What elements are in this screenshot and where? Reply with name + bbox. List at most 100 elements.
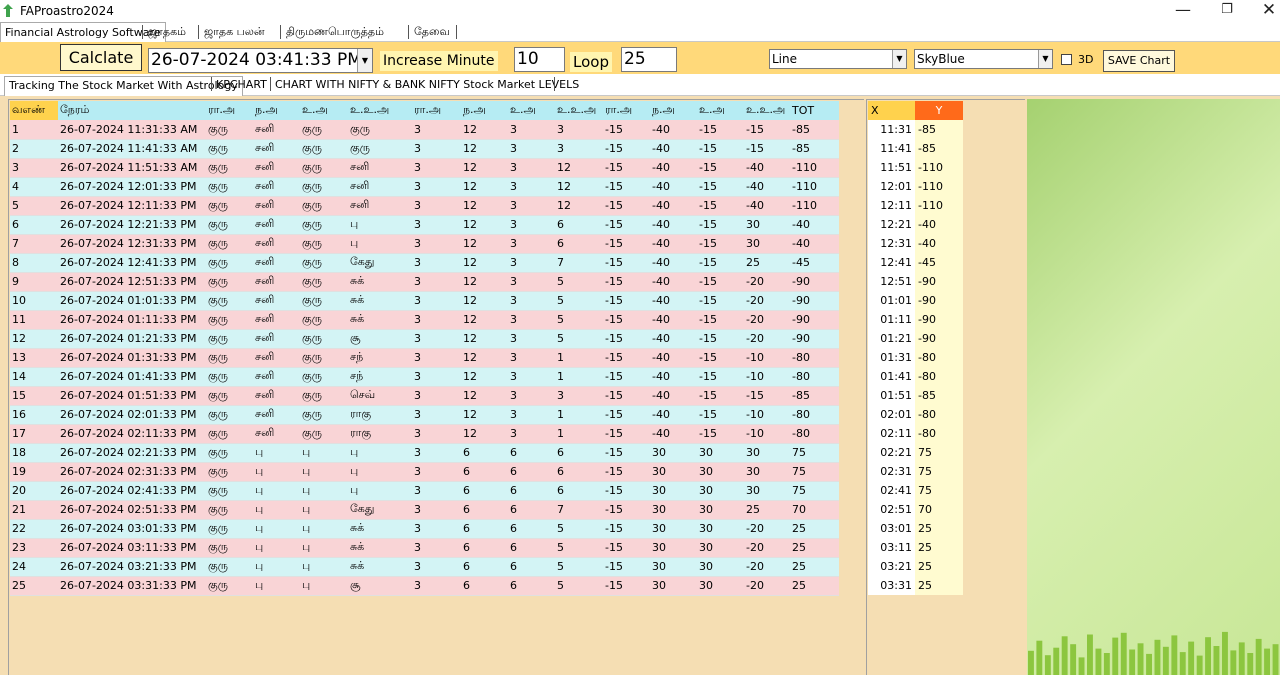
table-cell[interactable]: 26-07-2024 01:41:33 PM (58, 367, 206, 387)
table-cell[interactable]: 3 (412, 158, 461, 178)
table-row[interactable]: 20 26-07-2024 02:41:33 PM குரு பு பு பு 3 6 6 6 -1… (10, 481, 839, 501)
table-cell[interactable]: கேது (348, 500, 412, 520)
table-cell[interactable]: சனி (253, 272, 300, 292)
table-cell[interactable]: 12 (461, 120, 508, 140)
table-cell[interactable]: -15 (697, 424, 744, 444)
table-cell[interactable]: 12 (461, 253, 508, 273)
table-cell[interactable]: 30 (650, 519, 697, 539)
table-cell[interactable]: 3 (508, 348, 555, 368)
table-cell[interactable]: 30 (744, 443, 790, 463)
x-cell[interactable]: 02:51 (868, 500, 915, 519)
table-cell[interactable]: சனி (253, 291, 300, 311)
xy-row[interactable]: 03:01 25 (868, 519, 963, 538)
table-cell[interactable]: குரு (300, 386, 348, 406)
table-row[interactable]: 2 26-07-2024 11:41:33 AM குரு சனி குரு குரு 3 1… (10, 139, 839, 159)
column-header[interactable]: நேரம் (58, 101, 206, 120)
chevron-down-icon[interactable]: ▼ (1038, 50, 1052, 68)
table-cell[interactable]: 3 (412, 291, 461, 311)
table-row[interactable]: 6 26-07-2024 12:21:33 PM குரு சனி குரு பு 3 12 3… (10, 215, 839, 235)
table-cell[interactable]: செவ் (348, 386, 412, 406)
xy-row[interactable]: 01:01 -90 (868, 291, 963, 310)
table-cell[interactable]: 5 (555, 538, 603, 558)
table-cell[interactable]: சனி (348, 158, 412, 178)
table-cell[interactable]: 22 (10, 519, 58, 539)
table-cell[interactable]: சுக் (348, 291, 412, 311)
table-cell[interactable]: குரு (206, 424, 253, 444)
table-cell[interactable]: -45 (790, 253, 839, 273)
y-cell[interactable]: -45 (915, 253, 963, 272)
table-cell[interactable]: 12 (461, 367, 508, 387)
table-cell[interactable]: 3 (412, 177, 461, 197)
table-cell[interactable]: பு (348, 462, 412, 482)
table-cell[interactable]: குரு (300, 348, 348, 368)
table-cell[interactable]: குரு (206, 481, 253, 501)
table-cell[interactable]: 30 (697, 538, 744, 558)
x-cell[interactable]: 03:31 (868, 576, 915, 595)
table-cell[interactable]: 2 (10, 139, 58, 159)
y-cell[interactable]: -85 (915, 120, 963, 139)
table-cell[interactable]: 24 (10, 557, 58, 577)
table-cell[interactable]: பு (300, 538, 348, 558)
table-cell[interactable]: -15 (744, 386, 790, 406)
table-cell[interactable]: 6 (555, 481, 603, 501)
table-cell[interactable]: 3 (412, 443, 461, 463)
x-cell[interactable]: 02:21 (868, 443, 915, 462)
table-cell[interactable]: 12 (461, 405, 508, 425)
table-cell[interactable]: பு (300, 462, 348, 482)
column-header[interactable]: ரா.அ (206, 101, 253, 120)
table-cell[interactable]: 25 (10, 576, 58, 596)
table-cell[interactable]: 6 (508, 481, 555, 501)
y-cell[interactable]: 25 (915, 576, 963, 595)
table-cell[interactable]: 12 (555, 177, 603, 197)
y-cell[interactable]: 75 (915, 481, 963, 500)
table-cell[interactable]: 3 (412, 481, 461, 501)
x-cell[interactable]: 03:21 (868, 557, 915, 576)
table-cell[interactable]: 1 (555, 367, 603, 387)
table-cell[interactable]: 5 (10, 196, 58, 216)
table-cell[interactable]: -15 (603, 272, 650, 292)
table-cell[interactable]: 3 (508, 139, 555, 159)
table-cell[interactable]: பு (300, 443, 348, 463)
table-cell[interactable]: 30 (650, 443, 697, 463)
table-cell[interactable]: குரு (206, 576, 253, 596)
table-cell[interactable]: 6 (508, 443, 555, 463)
table-cell[interactable]: குரு (300, 367, 348, 387)
table-cell[interactable]: 30 (744, 462, 790, 482)
table-cell[interactable]: 7 (555, 500, 603, 520)
table-cell[interactable]: பு (300, 576, 348, 596)
table-cell[interactable]: 3 (412, 253, 461, 273)
column-header[interactable]: ந.அ (650, 101, 697, 120)
y-cell[interactable]: -40 (915, 215, 963, 234)
table-cell[interactable]: 1 (555, 348, 603, 368)
table-cell[interactable]: 26-07-2024 01:31:33 PM (58, 348, 206, 368)
y-cell[interactable]: 25 (915, 519, 963, 538)
x-cell[interactable]: 12:11 (868, 196, 915, 215)
table-cell[interactable]: 23 (10, 538, 58, 558)
table-cell[interactable]: 30 (744, 481, 790, 501)
table-cell[interactable]: 26-07-2024 03:11:33 PM (58, 538, 206, 558)
table-cell[interactable]: -15 (697, 329, 744, 349)
table-row[interactable]: 24 26-07-2024 03:21:33 PM குரு பு பு சுக் 3 6 6 5… (10, 557, 839, 577)
table-cell[interactable]: 3 (412, 348, 461, 368)
table-cell[interactable]: -20 (744, 576, 790, 596)
table-cell[interactable]: 20 (10, 481, 58, 501)
table-cell[interactable]: -15 (603, 196, 650, 216)
table-cell[interactable]: 6 (461, 481, 508, 501)
table-cell[interactable]: 12 (461, 158, 508, 178)
table-cell[interactable]: 30 (744, 234, 790, 254)
xy-row[interactable]: 12:41 -45 (868, 253, 963, 272)
table-cell[interactable]: -15 (603, 158, 650, 178)
table-cell[interactable]: 3 (412, 196, 461, 216)
table-cell[interactable]: பு (253, 519, 300, 539)
table-cell[interactable]: -80 (790, 348, 839, 368)
table-cell[interactable]: 12 (461, 348, 508, 368)
table-cell[interactable]: 21 (10, 500, 58, 520)
table-cell[interactable]: 3 (508, 367, 555, 387)
table-cell[interactable]: -90 (790, 329, 839, 349)
y-cell[interactable]: 25 (915, 557, 963, 576)
table-cell[interactable]: சனி (253, 405, 300, 425)
table-cell[interactable]: 75 (790, 481, 839, 501)
table-cell[interactable]: குரு (206, 120, 253, 140)
table-cell[interactable]: பு (300, 500, 348, 520)
table-row[interactable]: 1 26-07-2024 11:31:33 AM குரு சனி குரு குரு 3 1… (10, 120, 839, 140)
